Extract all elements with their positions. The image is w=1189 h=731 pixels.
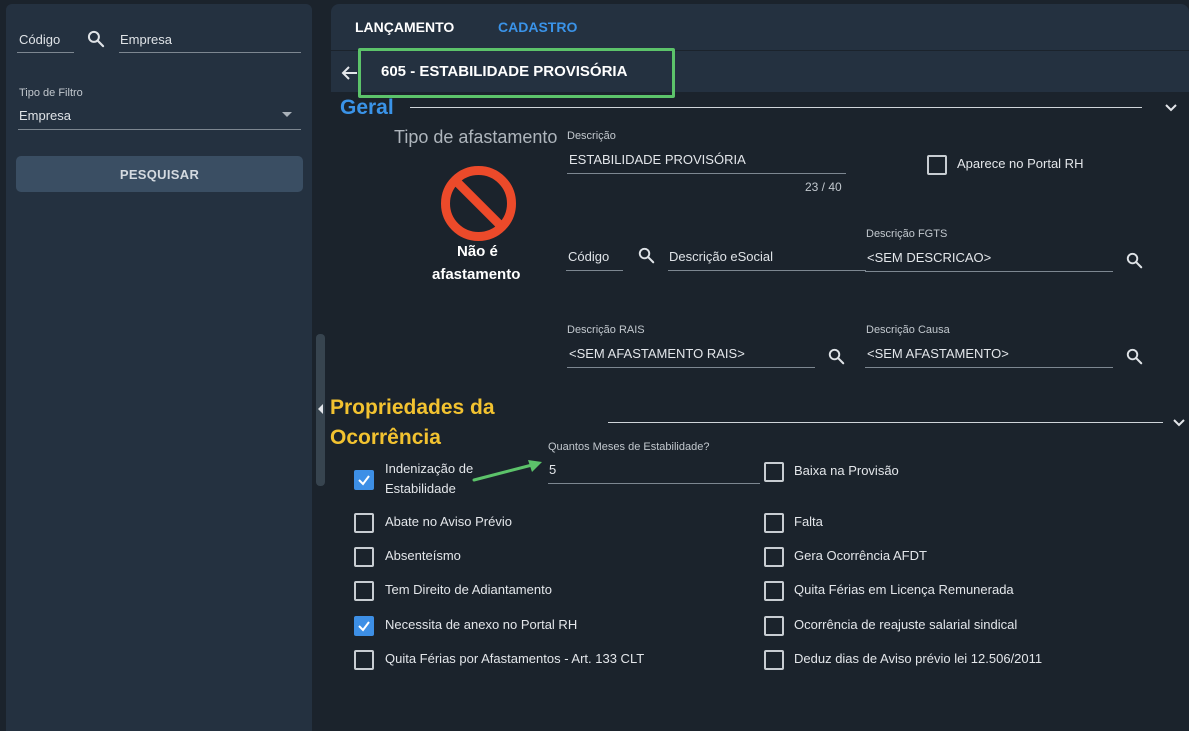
descricao-fgts-value: <SEM DESCRICAO> <box>867 250 992 265</box>
chevron-down-icon[interactable] <box>1164 103 1178 113</box>
descricao-causa-label: Descrição Causa <box>866 324 950 336</box>
reajuste-sindical-checkbox[interactable] <box>764 616 784 636</box>
tipo-filtro-value: Empresa <box>19 108 72 123</box>
annotation-arrow-icon <box>472 460 542 482</box>
descricao-label: Descrição <box>567 130 616 142</box>
collapse-panel-icon[interactable] <box>317 403 325 415</box>
codigo-field[interactable]: Código <box>17 27 74 53</box>
descricao-counter: 23 / 40 <box>805 180 842 194</box>
meses-label: Quantos Meses de Estabilidade? <box>548 441 710 453</box>
quita-ferias-afastamentos-label: Quita Férias por Afastamentos - Art. 133… <box>385 651 645 666</box>
descricao-causa-input[interactable]: <SEM AFASTAMENTO> <box>865 340 1113 368</box>
codigo-input-label: Código <box>568 249 610 264</box>
search-icon[interactable] <box>86 29 106 49</box>
anexo-portal-label: Necessita de anexo no Portal RH <box>385 617 578 632</box>
absenteismo-label: Absenteísmo <box>385 548 461 563</box>
quita-ferias-licenca-label: Quita Férias em Licença Remunerada <box>794 582 1014 597</box>
afastamento-status-line2: afastamento <box>432 266 521 283</box>
baixa-provisao-label: Baixa na Provisão <box>794 463 899 478</box>
baixa-provisao-checkbox[interactable] <box>764 462 784 482</box>
no-absence-icon <box>441 166 516 241</box>
record-title: 605 - ESTABILIDADE PROVISÓRIA <box>381 63 628 80</box>
abate-aviso-checkbox[interactable] <box>354 513 374 533</box>
tipo-afastamento-label: Tipo de afastamento <box>394 127 558 147</box>
absenteismo-checkbox[interactable] <box>354 547 374 567</box>
empresa-field[interactable]: Empresa <box>119 27 301 53</box>
propriedades-title-line1: Propriedades da <box>330 396 495 419</box>
checkmark-icon <box>358 621 370 632</box>
codigo-field-label: Código <box>19 32 61 47</box>
pesquisar-button[interactable]: PESQUISAR <box>16 156 303 192</box>
codigo-input[interactable]: Código <box>566 244 623 271</box>
indenizacao-label-line2: Estabilidade <box>385 481 456 496</box>
descricao-esocial-input[interactable]: Descrição eSocial <box>668 244 866 271</box>
descricao-input[interactable]: ESTABILIDADE PROVISÓRIA <box>567 146 846 174</box>
descricao-fgts-label: Descrição FGTS <box>866 228 948 240</box>
falta-checkbox[interactable] <box>764 513 784 533</box>
geral-divider <box>410 107 1142 108</box>
empresa-field-label: Empresa <box>120 32 173 47</box>
meses-input[interactable]: 5 <box>548 456 760 484</box>
indenizacao-checkbox[interactable] <box>354 470 374 490</box>
afastamento-status-line1: Não é <box>457 243 498 260</box>
tab-cadastro[interactable]: CADASTRO <box>498 19 577 35</box>
propriedades-divider <box>608 422 1163 423</box>
anexo-portal-checkbox[interactable] <box>354 616 374 636</box>
quita-ferias-licenca-checkbox[interactable] <box>764 581 784 601</box>
gera-afdt-checkbox[interactable] <box>764 547 784 567</box>
tab-lancamento[interactable]: LANÇAMENTO <box>355 19 454 35</box>
checkmark-icon <box>358 475 370 486</box>
adiantamento-checkbox[interactable] <box>354 581 374 601</box>
descricao-esocial-label: Descrição eSocial <box>669 249 774 264</box>
search-codigo-icon[interactable] <box>637 246 656 265</box>
search-rais-icon[interactable] <box>827 347 846 366</box>
tipo-filtro-select[interactable]: Tipo de Filtro Empresa <box>18 84 301 130</box>
search-fgts-icon[interactable] <box>1125 251 1144 270</box>
tipo-filtro-label: Tipo de Filtro <box>19 87 83 99</box>
descricao-rais-value: <SEM AFASTAMENTO RAIS> <box>569 346 745 361</box>
gera-afdt-label: Gera Ocorrência AFDT <box>794 548 927 563</box>
geral-section-title: Geral <box>340 96 394 119</box>
dropdown-arrow-icon <box>282 112 292 117</box>
meses-value: 5 <box>549 462 557 477</box>
abate-aviso-label: Abate no Aviso Prévio <box>385 514 512 529</box>
back-arrow-icon[interactable] <box>341 64 359 82</box>
portal-rh-label: Aparece no Portal RH <box>957 156 1084 171</box>
portal-rh-checkbox[interactable] <box>927 155 947 175</box>
quita-ferias-afastamentos-checkbox[interactable] <box>354 650 374 670</box>
propriedades-title-line2: Ocorrência <box>330 426 441 449</box>
reajuste-sindical-label: Ocorrência de reajuste salarial sindical <box>794 617 1018 632</box>
descricao-rais-label: Descrição RAIS <box>567 324 645 336</box>
chevron-down-icon[interactable] <box>1172 418 1186 428</box>
descricao-fgts-input[interactable]: <SEM DESCRICAO> <box>865 244 1113 272</box>
indenizacao-label-line1: Indenização de <box>385 461 474 476</box>
descricao-rais-input[interactable]: <SEM AFASTAMENTO RAIS> <box>567 340 815 368</box>
falta-label: Falta <box>794 514 823 529</box>
descricao-causa-value: <SEM AFASTAMENTO> <box>867 346 1009 361</box>
descricao-value: ESTABILIDADE PROVISÓRIA <box>569 152 746 167</box>
adiantamento-label: Tem Direito de Adiantamento <box>385 582 552 597</box>
deduz-aviso-checkbox[interactable] <box>764 650 784 670</box>
search-causa-icon[interactable] <box>1125 347 1144 366</box>
deduz-aviso-label: Deduz dias de Aviso prévio lei 12.506/20… <box>794 651 1043 666</box>
